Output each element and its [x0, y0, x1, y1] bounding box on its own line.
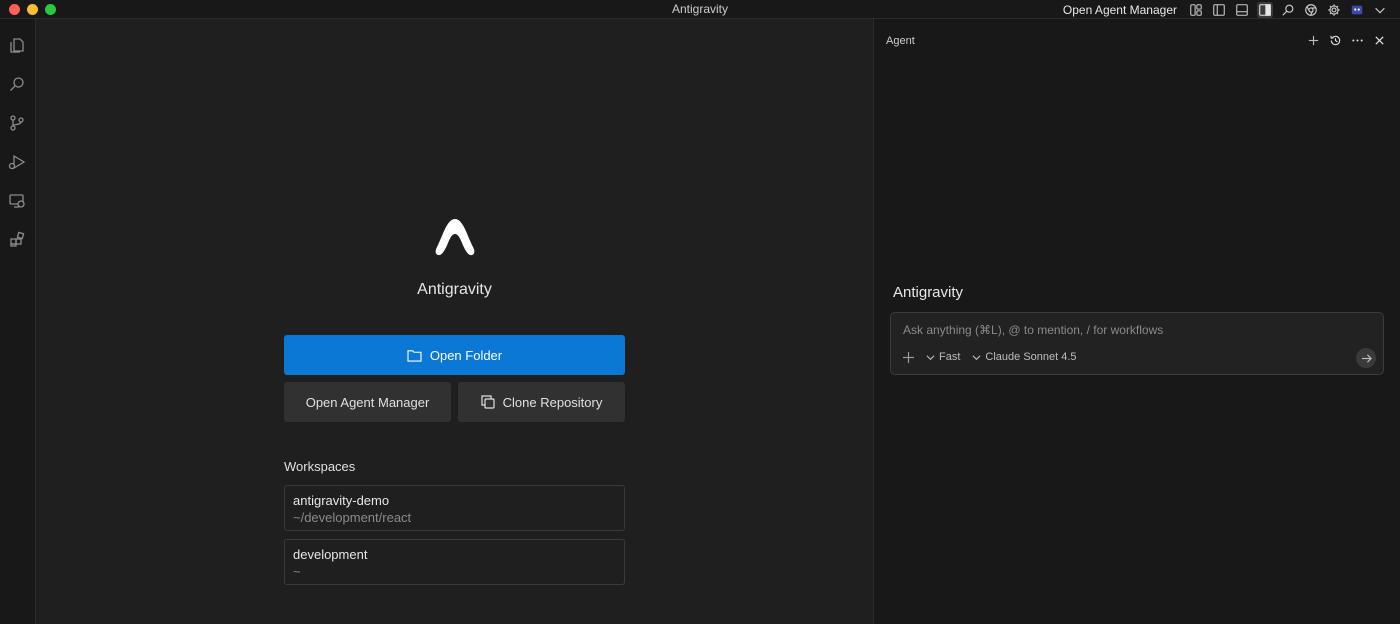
model-selector[interactable]: Claude Sonnet 4.5 — [972, 351, 1077, 363]
antigravity-logo — [435, 219, 475, 256]
toggle-panel-icon[interactable] — [1234, 2, 1250, 18]
chevron-down-icon — [972, 354, 981, 360]
plus-icon — [903, 351, 914, 363]
source-control-icon[interactable] — [7, 113, 27, 133]
run-debug-icon[interactable] — [7, 152, 27, 172]
minimize-window-button[interactable] — [27, 4, 38, 15]
clone-repository-button[interactable]: Clone Repository — [458, 382, 625, 422]
send-button[interactable] — [1356, 348, 1376, 368]
workspace-name: development — [293, 547, 368, 562]
close-icon[interactable] — [1372, 33, 1386, 47]
welcome-editor: Antigravity Open Folder Open Agent Manag… — [36, 19, 873, 624]
account-icon[interactable] — [1349, 2, 1365, 18]
workspace-path: ~ — [293, 564, 301, 579]
settings-icon[interactable] — [1326, 2, 1342, 18]
brand-name: Antigravity — [417, 281, 492, 298]
remote-explorer-icon[interactable] — [7, 191, 27, 211]
history-icon[interactable] — [1328, 33, 1342, 47]
mode-selector[interactable]: Fast — [926, 351, 960, 363]
toggle-sidebar-icon[interactable] — [1211, 2, 1227, 18]
agent-panel: Agent Antigravity Fast Claude S — [873, 19, 1400, 624]
search-icon[interactable] — [7, 74, 27, 94]
folder-icon — [407, 349, 422, 362]
arrow-right-icon — [1361, 353, 1372, 363]
open-folder-button[interactable]: Open Folder — [284, 335, 625, 375]
explorer-icon[interactable] — [7, 35, 27, 55]
open-agent-manager-button[interactable]: Open Agent Manager — [284, 382, 451, 422]
close-window-button[interactable] — [9, 4, 20, 15]
more-options-icon[interactable] — [1350, 33, 1364, 47]
chat-composer: Fast Claude Sonnet 4.5 — [890, 312, 1384, 375]
search-icon[interactable] — [1280, 2, 1296, 18]
agent-title: Antigravity — [893, 284, 964, 301]
workspace-item[interactable]: antigravity-demo ~/development/react — [284, 485, 625, 531]
workspace-item[interactable]: development ~ — [284, 539, 625, 585]
maximize-window-button[interactable] — [45, 4, 56, 15]
layout-customize-icon[interactable] — [1188, 2, 1204, 18]
add-context-button[interactable] — [903, 351, 914, 363]
model-label: Claude Sonnet 4.5 — [985, 351, 1077, 363]
clone-icon — [481, 395, 495, 409]
mode-label: Fast — [939, 351, 961, 363]
activity-bar — [0, 19, 36, 624]
extensions-icon[interactable] — [7, 230, 27, 250]
chevron-down-icon[interactable] — [1372, 2, 1388, 18]
chat-input[interactable] — [903, 323, 1343, 337]
workspace-path: ~/development/react — [293, 510, 412, 525]
open-agent-manager-label: Open Agent Manager — [305, 394, 430, 410]
agent-panel-header: Agent — [886, 35, 915, 47]
chevron-down-icon — [926, 354, 935, 360]
open-folder-label: Open Folder — [429, 347, 503, 363]
open-agent-manager-link[interactable]: Open Agent Manager — [1063, 3, 1177, 17]
chrome-icon[interactable] — [1303, 2, 1319, 18]
clone-repository-label: Clone Repository — [502, 394, 603, 410]
toggle-secondary-sidebar-icon[interactable] — [1257, 1, 1273, 18]
workspace-name: antigravity-demo — [293, 493, 390, 508]
workspaces-heading: Workspaces — [284, 459, 356, 474]
new-chat-icon[interactable] — [1306, 33, 1320, 47]
title-bar: Antigravity Open Agent Manager — [0, 0, 1400, 19]
